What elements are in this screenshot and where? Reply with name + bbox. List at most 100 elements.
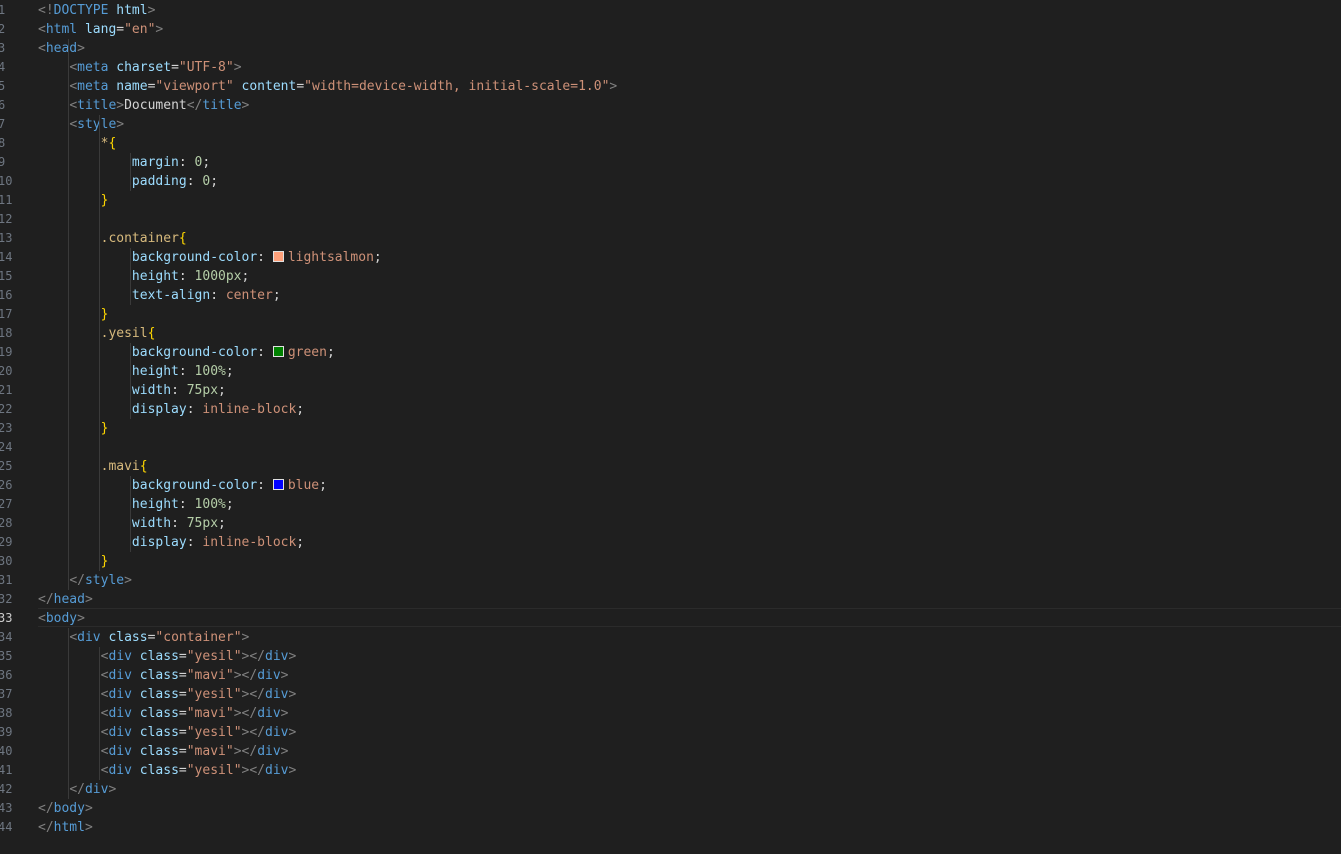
code-token: div (108, 725, 132, 740)
code-line[interactable]: </html> (38, 818, 93, 837)
code-token: ></ (241, 687, 266, 702)
code-token: ></ (233, 744, 258, 759)
color-swatch-icon[interactable] (272, 251, 284, 262)
line-number: 25 (0, 459, 13, 473)
code-token: = (178, 725, 187, 740)
line-number: 3 (0, 41, 6, 55)
code-line[interactable]: <div class="mavi"></div> (38, 742, 289, 761)
code-line[interactable]: background-color: green; (38, 343, 335, 362)
code-token: padding (131, 174, 187, 189)
line-number: 22 (0, 402, 13, 416)
code-line[interactable]: } (38, 419, 109, 438)
code-line[interactable]: <title>Document</title> (38, 96, 249, 115)
code-token: > (609, 79, 618, 94)
code-line[interactable]: <html lang="en"> (38, 20, 163, 39)
code-token: } (100, 421, 109, 436)
code-token: ; (241, 269, 250, 284)
code-line[interactable]: <div class="yesil"></div> (38, 723, 297, 742)
line-number: 13 (0, 231, 13, 245)
color-swatch-icon[interactable] (272, 479, 284, 490)
code-token: ; (225, 364, 234, 379)
code-area[interactable]: <!DOCTYPE html> <html lang="en"> <head> < m… (38, 0, 1341, 854)
line-number: 23 (0, 421, 13, 435)
code-token: = (116, 22, 125, 37)
code-token: class (139, 668, 179, 683)
code-token: div (265, 649, 289, 664)
code-token: > (84, 801, 93, 816)
code-line[interactable]: background-color: lightsalmon; (38, 248, 382, 267)
code-token: width (131, 516, 172, 531)
code-token: meta (77, 79, 109, 94)
code-line[interactable]: height: 1000px; (38, 267, 249, 286)
code-line[interactable]: display: inline-block; (38, 400, 304, 419)
code-line[interactable]: <head> (38, 39, 85, 58)
code-line[interactable]: width: 75px; (38, 381, 226, 400)
code-line[interactable]: <body> (38, 609, 85, 628)
code-token: div (257, 668, 281, 683)
code-line[interactable]: } (38, 191, 109, 210)
code-line[interactable]: .yesil{ (38, 324, 156, 343)
code-line[interactable]: <div class="mavi"></div> (38, 666, 289, 685)
code-token: "container" (155, 630, 242, 645)
code-line[interactable]: display: inline-block; (38, 533, 304, 552)
color-swatch-icon[interactable] (272, 346, 284, 357)
code-line[interactable]: .container{ (38, 229, 187, 248)
line-number: 6 (0, 98, 6, 112)
code-line[interactable]: <!DOCTYPE html> (38, 1, 155, 20)
code-token: center (225, 288, 273, 303)
code-line[interactable]: <div class="yesil"></div> (38, 647, 297, 666)
line-number: 35 (0, 649, 13, 663)
code-token: class (139, 725, 179, 740)
line-number: 34 (0, 630, 13, 644)
code-line[interactable]: background-color: blue; (38, 476, 327, 495)
indent-guide (130, 153, 131, 191)
code-line[interactable]: <style> (38, 115, 124, 134)
code-token: { (108, 136, 117, 151)
line-number: 26 (0, 478, 13, 492)
code-token: > (84, 592, 93, 607)
code-token: background-color (131, 345, 258, 360)
code-line[interactable]: *{ (38, 134, 117, 153)
code-token: "mavi" (186, 668, 234, 683)
code-token: charset (116, 60, 172, 75)
code-token: head (45, 41, 78, 56)
code-line[interactable]: <meta name="viewport" content="width=dev… (38, 77, 617, 96)
code-line[interactable]: <div class="mavi"></div> (38, 704, 289, 723)
code-line[interactable]: padding: 0; (38, 172, 218, 191)
code-token: </ (69, 573, 85, 588)
code-line[interactable]: .mavi{ (38, 457, 148, 476)
line-number: 19 (0, 345, 13, 359)
code-line[interactable]: </body> (38, 799, 93, 818)
code-token: name (116, 79, 148, 94)
code-line[interactable]: margin: 0; (38, 153, 210, 172)
code-line[interactable]: <div class="yesil"></div> (38, 685, 297, 704)
code-token: = (296, 79, 305, 94)
code-line[interactable]: </head> (38, 590, 93, 609)
code-line[interactable]: width: 75px; (38, 514, 226, 533)
code-line[interactable]: </style> (38, 571, 132, 590)
code-line[interactable]: <div class="container"> (38, 628, 249, 647)
code-token: lightsalmon (287, 250, 374, 265)
code-line[interactable]: <div class="yesil"></div> (38, 761, 297, 780)
code-line[interactable]: } (38, 552, 109, 571)
code-token: < (69, 117, 78, 132)
code-token: "en" (124, 22, 156, 37)
code-token: display (131, 535, 187, 550)
code-token: : (171, 516, 187, 531)
code-line[interactable]: text-align: center; (38, 286, 281, 305)
line-number: 36 (0, 668, 13, 682)
code-editor[interactable]: 1 2 3 4 5 6 7 8 9 10 11 12 13 14 15 16 17 18 19 20 21 22 23 24 2… (0, 0, 1341, 854)
code-token: > (280, 744, 289, 759)
code-line[interactable]: </div> (38, 780, 116, 799)
code-line[interactable]: } (38, 305, 109, 324)
code-token: > (84, 820, 93, 835)
